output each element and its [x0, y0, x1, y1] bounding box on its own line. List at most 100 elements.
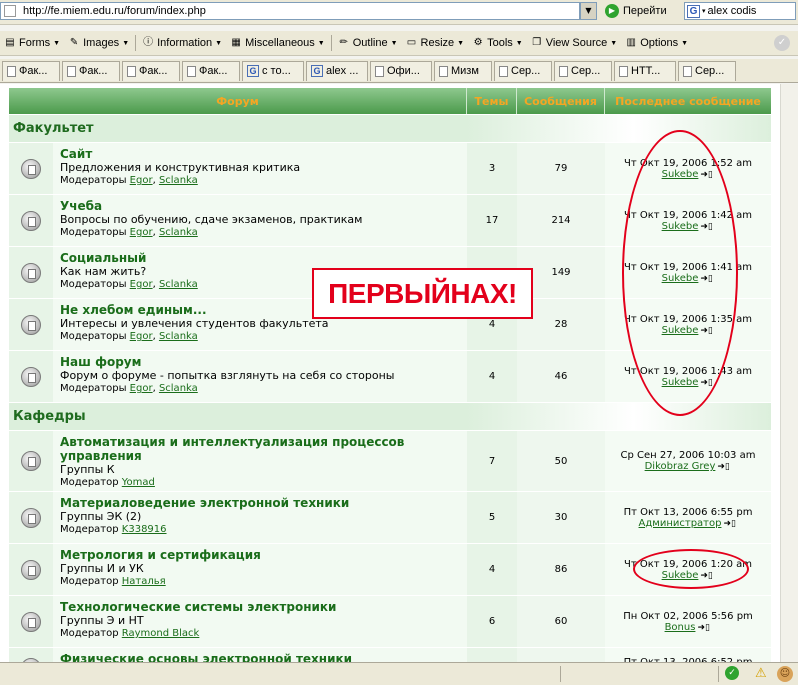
go-to-post-icon[interactable]: ➜▯ [697, 623, 711, 633]
toolbar-outline-menu[interactable]: ✏ Outline ▼ [334, 37, 402, 49]
url-input[interactable]: http://fe.miem.edu.ru/forum/index.php [0, 2, 580, 20]
address-bar: http://fe.miem.edu.ru/forum/index.php ▼ … [0, 0, 798, 25]
moderator-link[interactable]: Egor [130, 331, 153, 342]
forum-folder-icon [21, 262, 41, 283]
last-post-author-link[interactable]: Sukebe [662, 570, 699, 581]
tab-6[interactable]: Galex ... [306, 60, 368, 81]
tab-3[interactable]: Фак... [122, 60, 180, 81]
forum-title-link[interactable]: Учеба [60, 199, 461, 213]
moderator-link[interactable]: Sclanka [159, 383, 198, 394]
moderator-link[interactable]: K338916 [122, 524, 167, 535]
tab-1[interactable]: Фак... [2, 60, 60, 81]
last-post-date: Чт Окт 19, 2006 1:42 am [624, 209, 752, 221]
tab-2[interactable]: Фак... [62, 60, 120, 81]
check-disabled-icon[interactable]: ✓ [774, 35, 790, 51]
forum-title-link[interactable]: Материаловедение электронной техники [60, 496, 461, 510]
category-link[interactable]: Кафедры [13, 409, 86, 424]
last-post-author-link[interactable]: Dikobraz Grey [645, 461, 716, 472]
tab-10[interactable]: Сер... [554, 60, 612, 81]
go-to-post-icon[interactable]: ➜▯ [700, 274, 714, 284]
go-button[interactable]: ▶ Перейти [605, 2, 667, 20]
tab-label: Мизм [451, 65, 479, 77]
tab-5[interactable]: Gс то... [242, 60, 304, 81]
toolbar-information-menu[interactable]: ⓘ Information ▼ [138, 37, 226, 49]
forum-title-link[interactable]: Физические основы электронной техники [60, 652, 461, 662]
go-to-post-icon[interactable]: ➜▯ [717, 463, 731, 472]
go-to-post-icon[interactable]: ➜▯ [700, 170, 714, 180]
moderator-link[interactable]: Egor [130, 227, 153, 238]
toolbar-tools-menu[interactable]: ⚙ Tools ▼ [468, 37, 527, 49]
forum-title-link[interactable]: Метрология и сертификация [60, 548, 461, 562]
category-row: Факультет [9, 114, 771, 142]
last-post-author-link[interactable]: Sukebe [662, 169, 699, 180]
tab-label: Сер... [511, 65, 541, 77]
forum-info-cell: Физические основы электронной техникиГру… [53, 648, 467, 662]
last-post-author-link[interactable]: Sukebe [662, 221, 699, 232]
last-post-author-link[interactable]: Bonus [665, 622, 696, 633]
last-post-author-line: Sukebe ➜▯ [662, 169, 715, 180]
moderator-link[interactable]: Raymond Black [122, 628, 200, 639]
tab-8[interactable]: Мизм [434, 60, 492, 81]
moderator-link[interactable]: Sclanka [159, 331, 198, 342]
tab-12[interactable]: Сер... [678, 60, 736, 81]
go-to-post-icon[interactable]: ➜▯ [700, 222, 714, 232]
search-engine-dropdown-icon[interactable]: ▾ [702, 7, 706, 15]
forum-title-link[interactable]: Социальный [60, 251, 461, 265]
moderator-link[interactable]: Наталья [122, 576, 166, 587]
search-input[interactable]: G ▾ alex codis [684, 2, 796, 20]
monkey-icon: ☺ [777, 666, 793, 682]
go-to-post-icon[interactable]: ➜▯ [700, 378, 714, 388]
moderator-link[interactable]: Egor [130, 175, 153, 186]
last-post-author-line: Sukebe ➜▯ [662, 570, 715, 581]
forum-description: Группы И и УК [60, 562, 144, 575]
tab-9[interactable]: Сер... [494, 60, 552, 81]
toolbar-images-menu[interactable]: ✎ Images ▼ [64, 37, 133, 49]
moderator-link[interactable]: Sclanka [159, 227, 198, 238]
last-post-cell: Чт Окт 19, 2006 1:52 am Sukebe ➜▯ [605, 143, 771, 194]
toolbar-separator [135, 35, 137, 51]
tab-4[interactable]: Фак... [182, 60, 240, 81]
tab-7[interactable]: Офи... [370, 60, 432, 81]
toolbar-forms-menu[interactable]: ▤ Forms ▼ [0, 37, 64, 49]
category-link[interactable]: Факультет [13, 121, 94, 136]
toolbar-item-label: Miscellaneous [245, 37, 315, 49]
last-post-author-link[interactable]: Sukebe [662, 325, 699, 336]
go-to-post-icon[interactable]: ➜▯ [700, 571, 714, 581]
last-post-author-line: Bonus ➜▯ [665, 622, 712, 633]
moderator-link[interactable]: Egor [130, 279, 153, 290]
moderators-label: Модератор [60, 628, 119, 639]
toolbar-resize-menu[interactable]: ▭ Resize ▼ [402, 37, 469, 49]
view-source-icon: ❐ [532, 37, 542, 48]
resize-icon: ▭ [406, 37, 417, 48]
posts-count: 50 [517, 431, 605, 491]
forum-title-link[interactable]: Сайт [60, 147, 461, 161]
forum-title-link[interactable]: Автоматизация и интеллектуализация проце… [60, 435, 461, 463]
forum-title-link[interactable]: Технологические системы электроники [60, 600, 461, 614]
last-post-author-link[interactable]: Администратор [639, 518, 722, 529]
check-icon: ✓ [725, 666, 739, 680]
last-post-author-link[interactable]: Sukebe [662, 377, 699, 388]
go-to-post-icon[interactable]: ➜▯ [700, 326, 714, 336]
moderators-line: Модератор K338916 [60, 523, 461, 536]
last-post-author-line: Sukebe ➜▯ [662, 221, 715, 232]
tab-label: Фак... [199, 65, 228, 77]
moderator-link[interactable]: Egor [130, 383, 153, 394]
vertical-scrollbar[interactable] [780, 84, 798, 662]
toolbar-miscellaneous-menu[interactable]: ▦ Miscellaneous ▼ [226, 37, 329, 49]
moderator-link[interactable]: Yomad [122, 477, 155, 488]
last-post-date: Чт Окт 19, 2006 1:43 am [624, 365, 752, 377]
last-post-author-link[interactable]: Sukebe [662, 273, 699, 284]
topics-count: 3 [467, 143, 517, 194]
forum-title-link[interactable]: Наш форум [60, 355, 461, 369]
toolbar-view-source-menu[interactable]: ❐ View Source ▼ [527, 37, 622, 49]
forum-folder-icon [21, 611, 41, 632]
moderator-link[interactable]: Sclanka [159, 279, 198, 290]
moderator-link[interactable]: Sclanka [159, 175, 198, 186]
url-dropdown-button[interactable]: ▼ [580, 2, 597, 20]
topics-count: 5 [467, 492, 517, 543]
google-icon: G [311, 65, 323, 77]
dropdown-arrow-icon: ▼ [457, 39, 465, 47]
go-to-post-icon[interactable]: ➜▯ [723, 519, 737, 529]
toolbar-options-menu[interactable]: ▥ Options ▼ [621, 37, 692, 49]
tab-11[interactable]: HTT... [614, 60, 676, 81]
